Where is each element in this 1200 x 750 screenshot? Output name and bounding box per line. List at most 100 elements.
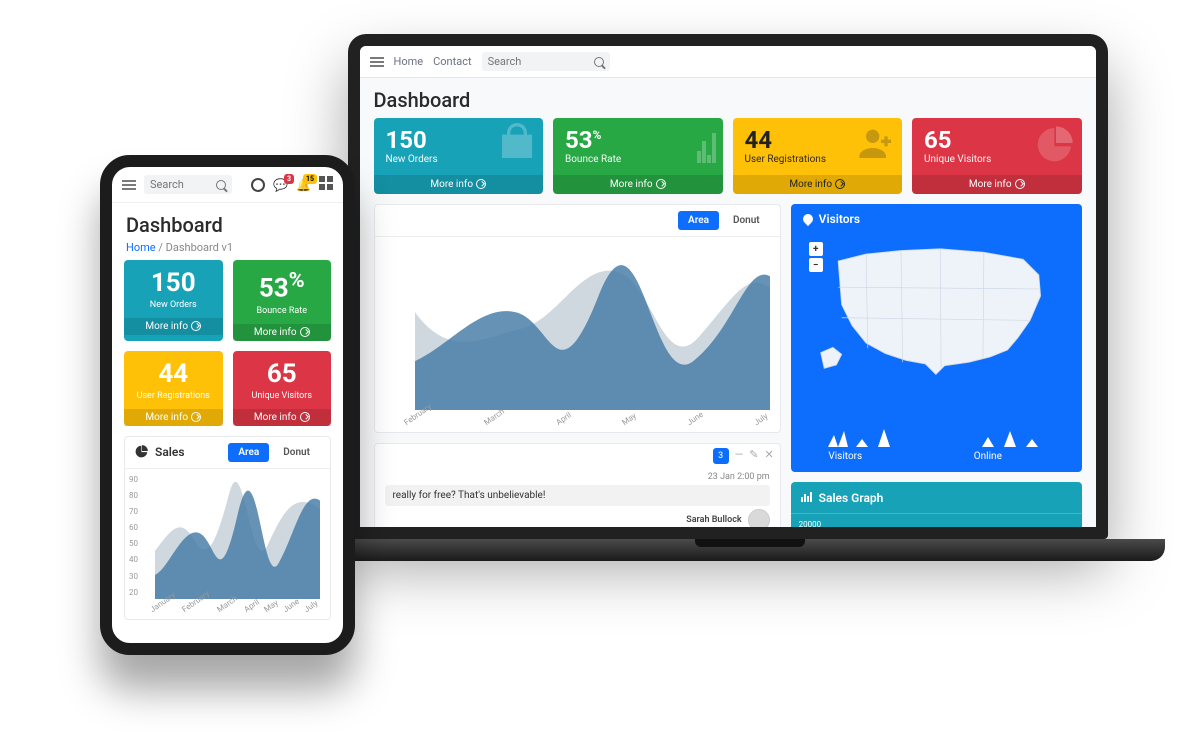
msg-time: 23 Jan 2:00 pm — [708, 472, 770, 482]
sales-area-chart: February March April May June July — [375, 237, 780, 432]
more-info-link[interactable]: More info — [124, 409, 223, 426]
sparkline-online: Online — [974, 425, 1044, 462]
chart-tabs: Area Donut — [228, 443, 320, 462]
more-info-link[interactable]: More info — [733, 175, 903, 194]
more-info-link[interactable]: More info — [553, 175, 723, 194]
page-title: Dashboard — [126, 213, 329, 237]
bars-icon — [801, 490, 813, 505]
stat-card-value: 65 — [233, 351, 332, 391]
zoom-out-button[interactable]: − — [809, 258, 823, 272]
hamburger-icon[interactable] — [122, 180, 136, 190]
stat-card-label: New Orders — [374, 154, 544, 175]
x-tick: April — [242, 597, 261, 614]
x-tick: July — [753, 411, 770, 427]
search-box[interactable] — [482, 52, 610, 71]
y-tick: 20 — [129, 588, 138, 597]
y-tick: 40 — [129, 555, 138, 564]
msg-name: Sarah Bullock — [686, 515, 741, 525]
more-info-link[interactable]: More info — [124, 318, 223, 335]
laptop-base — [335, 539, 1165, 561]
visitors-map[interactable]: + − — [791, 234, 1082, 419]
tab-donut[interactable]: Donut — [273, 443, 320, 462]
stat-card-user-registrations[interactable]: 44 User Registrations More info — [124, 351, 223, 426]
search-icon[interactable] — [216, 180, 226, 190]
us-map-icon — [805, 234, 1067, 384]
comment-icon[interactable]: ✎ — [749, 448, 758, 464]
y-tick: 30 — [129, 572, 138, 581]
laptop-navbar: Home Contact — [360, 46, 1096, 78]
nav-contact[interactable]: Contact — [433, 55, 471, 68]
globe-icon[interactable] — [251, 178, 265, 192]
grid-icon[interactable] — [319, 176, 333, 193]
phone-device: 💬3 🔔15 Dashboard Home / Dashboard v1 150… — [100, 155, 355, 655]
stat-card-value: 150 — [124, 260, 223, 300]
arrow-circle-icon — [191, 321, 201, 331]
more-info-link[interactable]: More info — [374, 175, 544, 194]
stat-card-bounce-rate[interactable]: 53% Bounce Rate More info — [233, 260, 332, 341]
sales-area-chart: 90 80 70 60 50 40 30 20 January February… — [125, 469, 330, 619]
avatar — [748, 509, 770, 531]
arrow-circle-icon — [1015, 179, 1025, 189]
y-tick: 90 — [129, 475, 138, 484]
more-info-link[interactable]: More info — [912, 175, 1082, 194]
y-tick: 50 — [129, 539, 138, 548]
more-info-link[interactable]: More info — [233, 409, 332, 426]
stat-card-unique-visitors[interactable]: 65 Unique Visitors More info — [233, 351, 332, 426]
tab-area[interactable]: Area — [678, 211, 719, 230]
arrow-circle-icon — [476, 179, 486, 189]
y-tick: 60 — [129, 523, 138, 532]
minus-icon[interactable]: — — [735, 448, 744, 464]
arrow-circle-icon — [300, 412, 310, 422]
y-tick: 70 — [129, 507, 138, 516]
stat-card-label: Unique Visitors — [233, 391, 332, 409]
more-info-link[interactable]: More info — [233, 324, 332, 341]
phone-navbar: 💬3 🔔15 — [112, 167, 343, 203]
stat-card-user-registrations[interactable]: 44 User Registrations More info — [733, 118, 903, 194]
hamburger-icon[interactable] — [370, 57, 384, 67]
stat-card-label: Bounce Rate — [233, 306, 332, 324]
visitors-sparklines: Visitors Online — [791, 419, 1082, 472]
stat-card-label: New Orders — [124, 300, 223, 318]
sales-area-panel: Area Donut February March — [374, 204, 781, 433]
laptop-device: Home Contact Dashboard 150 New Orders Mo… — [335, 34, 1120, 594]
x-tick: July — [303, 598, 320, 614]
sales-heading: Sales — [155, 445, 185, 459]
stat-card-label: User Registrations — [124, 391, 223, 409]
tab-donut[interactable]: Donut — [723, 211, 770, 230]
sales-graph-title: Sales Graph — [819, 491, 884, 505]
stat-card-label: Bounce Rate — [553, 154, 723, 175]
arrow-circle-icon — [835, 179, 845, 189]
zoom-in-button[interactable]: + — [809, 242, 823, 256]
y-tick: 20000 — [799, 520, 821, 529]
y-tick: 80 — [129, 491, 138, 500]
nav-home[interactable]: Home — [394, 55, 424, 68]
stat-card-value: 44 — [124, 351, 223, 391]
stat-card-value: 53% — [233, 260, 332, 306]
x-tick: April — [555, 410, 574, 427]
chat-count-badge[interactable]: 3 — [713, 448, 729, 464]
breadcrumb-current: Dashboard v1 — [166, 241, 233, 254]
breadcrumb-home[interactable]: Home — [126, 241, 156, 254]
messages-icon[interactable]: 💬3 — [273, 178, 288, 192]
breadcrumb: Home / Dashboard v1 — [126, 241, 329, 254]
stat-card-unique-visitors[interactable]: 65 Unique Visitors More info — [912, 118, 1082, 194]
arrow-circle-icon — [300, 327, 310, 337]
notifications-icon[interactable]: 🔔15 — [296, 178, 311, 192]
chat-panel: 3 — ✎ ✕ 23 Jan 2:00 pm really for free? … — [374, 443, 781, 539]
stat-card-label: Unique Visitors — [912, 154, 1082, 175]
search-box[interactable] — [144, 175, 232, 194]
x-tick: May — [621, 411, 639, 427]
search-input[interactable] — [488, 55, 588, 68]
stat-card-new-orders[interactable]: 150 New Orders More info — [124, 260, 223, 341]
x-tick: June — [281, 596, 300, 613]
pie-icon — [135, 444, 149, 461]
visitors-panel: Visitors + − — [791, 204, 1082, 472]
stat-cards-row: 150 New Orders More info 53% Bounce Rate… — [374, 118, 1082, 194]
search-icon[interactable] — [594, 57, 604, 67]
close-icon[interactable]: ✕ — [764, 448, 773, 464]
stat-card-bounce-rate[interactable]: 53% Bounce Rate More info — [553, 118, 723, 194]
sales-graph-chart: 20000 10000 — [791, 514, 1082, 539]
search-input[interactable] — [150, 178, 210, 191]
tab-area[interactable]: Area — [228, 443, 269, 462]
stat-card-new-orders[interactable]: 150 New Orders More info — [374, 118, 544, 194]
